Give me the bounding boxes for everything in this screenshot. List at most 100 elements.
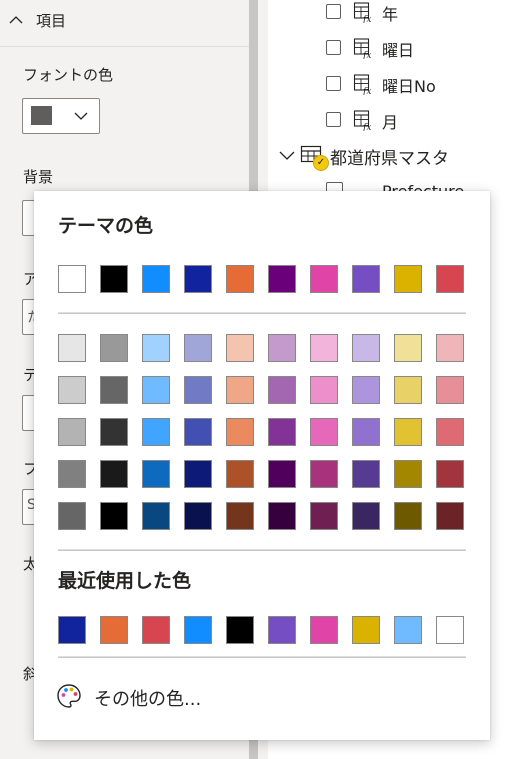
color-picker-popup: テーマの色 最近使用した色 その他の色... (34, 191, 490, 740)
field-label: 曜日No (382, 77, 436, 96)
svg-text:fx: fx (362, 87, 371, 95)
theme-color-swatch[interactable] (310, 265, 338, 293)
field-label: 年 (382, 5, 399, 24)
svg-text:fx: fx (362, 51, 371, 59)
theme-shade-swatch[interactable] (394, 334, 422, 362)
recent-color-swatch[interactable] (352, 616, 380, 644)
theme-shade-swatch[interactable] (184, 460, 212, 488)
field-checkbox[interactable] (326, 76, 341, 91)
theme-shade-swatch[interactable] (58, 460, 86, 488)
recent-color-swatch[interactable] (142, 616, 170, 644)
recent-colors-heading: 最近使用した色 (58, 570, 192, 592)
theme-shade-swatch[interactable] (394, 460, 422, 488)
chevron-down-icon[interactable] (278, 148, 296, 164)
theme-shade-swatch[interactable] (352, 376, 380, 404)
theme-shade-swatch[interactable] (268, 502, 296, 530)
theme-shade-swatch[interactable] (100, 334, 128, 362)
theme-shade-swatch[interactable] (436, 334, 464, 362)
theme-shade-swatch[interactable] (268, 334, 296, 362)
theme-shade-swatch[interactable] (268, 376, 296, 404)
theme-shade-swatch[interactable] (268, 460, 296, 488)
theme-color-swatch[interactable] (268, 265, 296, 293)
field-label: 曜日 (382, 41, 415, 60)
font-color-picker-button[interactable] (22, 98, 100, 134)
recent-color-swatch[interactable] (184, 616, 212, 644)
theme-shade-swatch[interactable] (310, 376, 338, 404)
calculated-column-icon: fx (353, 110, 371, 131)
svg-text:fx: fx (362, 15, 371, 23)
theme-shade-swatch[interactable] (100, 418, 128, 446)
theme-color-swatch[interactable] (142, 265, 170, 293)
theme-shade-swatch[interactable] (394, 502, 422, 530)
theme-shade-swatch[interactable] (310, 334, 338, 362)
theme-shade-swatch[interactable] (226, 502, 254, 530)
chevron-down-icon (74, 112, 88, 120)
recent-color-swatch[interactable] (310, 616, 338, 644)
theme-shade-swatch[interactable] (436, 502, 464, 530)
section-header-items[interactable]: 項目 (0, 0, 249, 47)
theme-color-swatch[interactable] (184, 265, 212, 293)
field-checkbox[interactable] (326, 112, 341, 127)
theme-shade-swatch[interactable] (142, 502, 170, 530)
theme-shade-swatch[interactable] (394, 418, 422, 446)
checkmark-badge-icon: ✓ (313, 155, 329, 171)
recent-color-swatch[interactable] (100, 616, 128, 644)
theme-color-swatch[interactable] (58, 265, 86, 293)
theme-shade-swatch[interactable] (352, 460, 380, 488)
theme-shade-swatch[interactable] (226, 334, 254, 362)
theme-shade-swatch[interactable] (268, 418, 296, 446)
palette-icon (57, 684, 81, 708)
recent-color-swatch[interactable] (394, 616, 422, 644)
theme-color-swatch[interactable] (352, 265, 380, 293)
recent-color-swatch[interactable] (226, 616, 254, 644)
theme-color-swatch[interactable] (436, 265, 464, 293)
theme-colors-heading: テーマの色 (58, 215, 154, 237)
theme-shade-swatch[interactable] (226, 376, 254, 404)
recent-color-swatch[interactable] (268, 616, 296, 644)
theme-shade-swatch[interactable] (58, 502, 86, 530)
theme-color-swatch[interactable] (100, 265, 128, 293)
theme-shade-swatch[interactable] (142, 460, 170, 488)
table-label: 都道府県マスタ (330, 149, 449, 169)
theme-shade-swatch[interactable] (352, 502, 380, 530)
theme-shade-swatch[interactable] (310, 418, 338, 446)
theme-shade-swatch[interactable] (142, 334, 170, 362)
theme-color-swatch[interactable] (226, 265, 254, 293)
theme-color-swatch[interactable] (394, 265, 422, 293)
recent-color-swatch[interactable] (58, 616, 86, 644)
theme-shade-swatch[interactable] (394, 376, 422, 404)
theme-shade-swatch[interactable] (58, 418, 86, 446)
theme-shade-swatch[interactable] (100, 502, 128, 530)
theme-shade-swatch[interactable] (436, 460, 464, 488)
theme-shade-swatch[interactable] (184, 376, 212, 404)
calculated-column-icon: fx (353, 38, 371, 59)
section-title: 項目 (36, 12, 67, 30)
theme-shade-swatch[interactable] (142, 418, 170, 446)
theme-shade-swatch[interactable] (352, 418, 380, 446)
theme-shade-swatch[interactable] (436, 418, 464, 446)
more-colors-button[interactable]: その他の色... (56, 681, 256, 715)
theme-divider (58, 312, 466, 314)
theme-shade-swatch[interactable] (352, 334, 380, 362)
recent-color-swatch[interactable] (436, 616, 464, 644)
theme-shade-swatch[interactable] (184, 418, 212, 446)
theme-shade-swatch[interactable] (226, 418, 254, 446)
recent-divider (58, 549, 466, 551)
calculated-column-icon: fx (353, 74, 371, 95)
theme-shade-swatch[interactable] (184, 502, 212, 530)
svg-text:fx: fx (362, 123, 371, 131)
calculated-column-icon: fx (353, 2, 371, 23)
theme-shade-swatch[interactable] (226, 460, 254, 488)
theme-shade-swatch[interactable] (58, 376, 86, 404)
theme-shade-swatch[interactable] (100, 376, 128, 404)
theme-shade-swatch[interactable] (100, 460, 128, 488)
theme-shade-swatch[interactable] (184, 334, 212, 362)
theme-shade-swatch[interactable] (58, 334, 86, 362)
more-colors-label: その他の色... (94, 689, 202, 710)
theme-shade-swatch[interactable] (310, 460, 338, 488)
field-checkbox[interactable] (326, 4, 341, 19)
theme-shade-swatch[interactable] (310, 502, 338, 530)
theme-shade-swatch[interactable] (436, 376, 464, 404)
field-checkbox[interactable] (326, 40, 341, 55)
theme-shade-swatch[interactable] (142, 376, 170, 404)
